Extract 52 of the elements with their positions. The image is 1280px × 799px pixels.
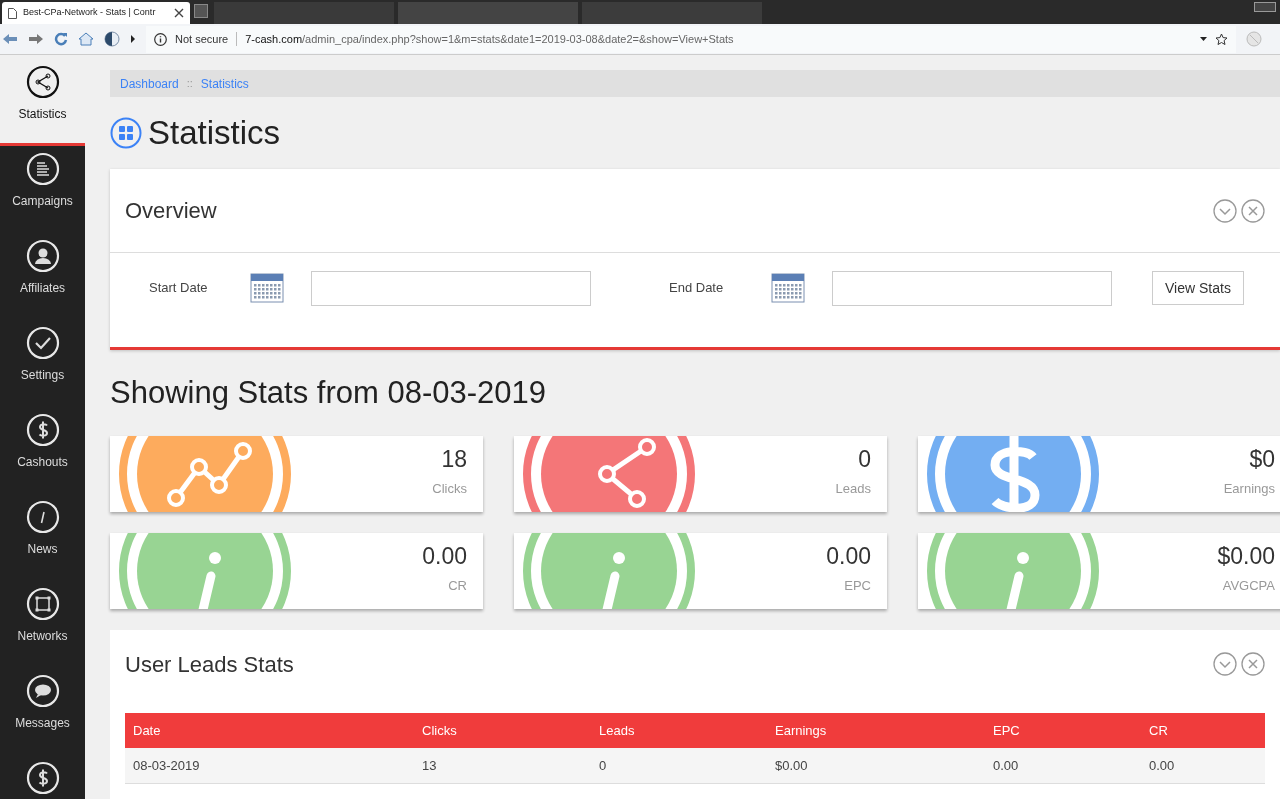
stat-label: CR — [448, 577, 467, 595]
column-header: Date — [133, 721, 162, 740]
tab-title: Best-CPa-Network - Stats | Contr — [23, 6, 157, 20]
sidebar-label: Settings — [20, 367, 65, 384]
page-title: Statistics — [148, 113, 281, 154]
column-header: Clicks — [422, 721, 458, 740]
table-cell-text: 0.00 — [1149, 756, 1176, 775]
table-cell-text: 08-03-2019 — [133, 756, 201, 775]
stat-label: EPC — [844, 577, 871, 595]
url-text: 7-cash.com/admin_cpa/index.php?show=1&m=stats&date1=2019-03-08&date2=&show=View+Stats — [245, 31, 734, 47]
address-bar[interactable]: Not secure 7-cash.com/admin_cpa/index.php?show=1&m=stats&date1=2019-03-08&date2=&show=View+Stats — [146, 25, 1236, 53]
column-header: EPC — [993, 721, 1021, 740]
stat-label: Clicks — [432, 480, 467, 498]
stat-label: Leads — [835, 480, 871, 498]
column-header: Leads — [599, 721, 636, 740]
panel-title: Overview — [125, 197, 217, 225]
sidebar-item[interactable]: Messages — [0, 668, 85, 755]
stat-value: $0.00 — [1217, 545, 1275, 568]
stat-label: Earnings — [1223, 480, 1275, 498]
sidebar-item[interactable]: Campaigns — [0, 146, 85, 233]
sidebar-label: Campaigns — [12, 193, 73, 210]
view-stats-button[interactable]: View Stats — [1152, 271, 1244, 305]
column-header: Earnings — [775, 721, 828, 740]
field-label: End Date — [669, 279, 725, 298]
sidebar-label: Statistics — [18, 106, 67, 123]
sidebar-item[interactable]: Affiliates — [0, 233, 85, 320]
section-heading: Showing Stats from 08-03-2019 — [110, 373, 547, 412]
sidebar-item[interactable]: Settings — [0, 320, 85, 407]
sidebar-label: News — [27, 541, 58, 558]
table-cell-text: 13 — [422, 756, 438, 775]
stat-value: 0.00 — [422, 545, 467, 568]
stat-label: AVGCPA — [1222, 577, 1275, 595]
sidebar-item[interactable]: Cashouts — [0, 407, 85, 494]
security-label: Not secure — [175, 31, 229, 47]
panel-title: User Leads Stats — [125, 650, 294, 679]
table-cell-text: 0.00 — [993, 756, 1020, 775]
sidebar-label: Cashouts — [17, 454, 68, 471]
sidebar-item[interactable]: Networks — [0, 581, 85, 668]
sidebar-item[interactable]: News — [0, 494, 85, 581]
stat-value: 0 — [858, 448, 871, 471]
stat-value: 18 — [441, 448, 467, 471]
sidebar-label: Networks — [17, 628, 68, 645]
stat-value: 0.00 — [826, 545, 871, 568]
sidebar-label: Affiliates — [19, 280, 66, 297]
table-cell-text: 0 — [599, 756, 608, 775]
column-header: CR — [1149, 721, 1169, 740]
breadcrumb-separator: :: — [186, 76, 193, 92]
field-label: Start Date — [149, 279, 209, 298]
table-cell-text: $0.00 — [775, 756, 809, 775]
browser-tab[interactable]: Best-CPa-Network - Stats | Contr — [2, 2, 190, 24]
stat-value: $0 — [1249, 448, 1275, 471]
sidebar-label: Messages — [15, 715, 70, 732]
